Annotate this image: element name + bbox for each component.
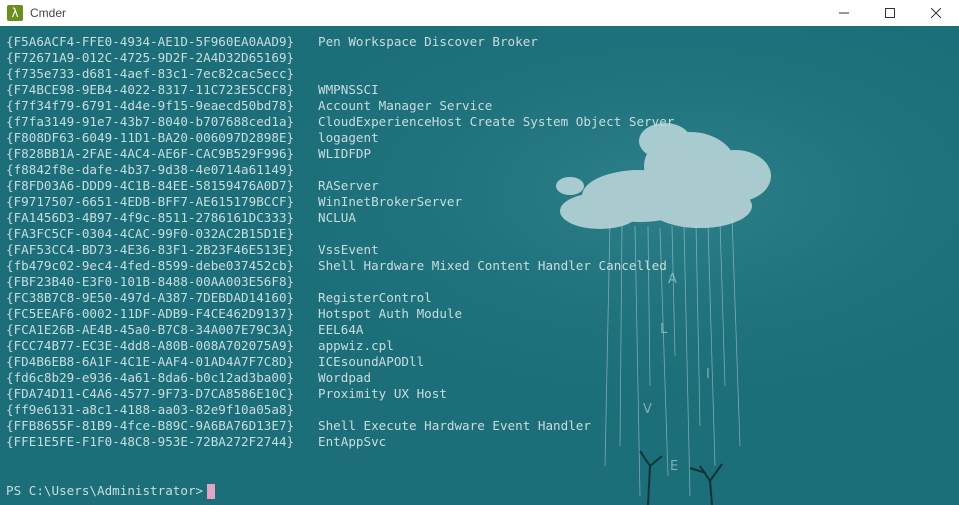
terminal-row: {F808DF63-6049-11D1-BA20-006097D2898E} lo… [6,130,674,146]
terminal-row: {F72671A9-012C-4725-9D2F-2A4D32D65169} [6,50,674,66]
terminal-row: {fd6c8b29-e936-4a61-8da6-b0c12ad3ba00} Wo… [6,370,674,386]
clsid-guid: {FC38B7C8-9E50-497d-A387-7DEBDAD14160} [6,290,295,305]
clsid-guid: {F808DF63-6049-11D1-BA20-006097D2898E} [6,130,295,145]
clsid-guid: {f7f34f79-6791-4d4e-9f15-9eaecd50bd78} [6,98,295,113]
clsid-guid: {f735e733-d681-4aef-83c1-7ec82cac5ecc} [6,66,295,81]
terminal-row: {f735e733-d681-4aef-83c1-7ec82cac5ecc} [6,66,674,82]
clsid-guid: {F9717507-6651-4EDB-BFF7-AE615179BCCF} [6,194,295,209]
clsid-guid: {FFB8655F-81B9-4fce-B89C-9A6BA76D13E7} [6,418,295,433]
terminal-row: {FAF53CC4-BD73-4E36-83F1-2B23F46E513E} Vs… [6,242,674,258]
terminal-row: {F74BCE98-9EB4-4022-8317-11C723E5CCF8} WM… [6,82,674,98]
terminal-row: {FFE1E5FE-F1F0-48C8-953E-72BA272F2744} En… [6,434,674,450]
window-title: Cmder [30,6,67,20]
prompt-text: PS C:\Users\Administrator> [6,483,204,498]
clsid-guid: {FA1456D3-4B97-4f9c-8511-2786161DC333} [6,210,295,225]
clsid-guid: {FC5EEAF6-0002-11DF-ADB9-F4CE462D9137} [6,306,295,321]
terminal-row: {FBF23B40-E3F0-101B-8488-00AA003E56F8} [6,274,674,290]
clsid-guid: {FDA74D11-C4A6-4577-9F73-D7CA8586E10C} [6,386,295,401]
clsid-guid: {F72671A9-012C-4725-9D2F-2A4D32D65169} [6,50,295,65]
clsid-guid: {FFE1E5FE-F1F0-48C8-953E-72BA272F2744} [6,434,295,449]
clsid-name: WinInetBrokerServer [318,194,463,209]
window-controls [821,0,959,26]
title-bar[interactable]: λ Cmder [0,0,959,26]
clsid-name: Pen Workspace Discover Broker [318,34,538,49]
clsid-name: appwiz.cpl [318,338,394,353]
clsid-guid: {FD4B6EB8-6A1F-4C1E-AAF4-01AD4A7F7C8D} [6,354,295,369]
clsid-name: logagent [318,130,379,145]
terminal-row: {FFB8655F-81B9-4fce-B89C-9A6BA76D13E7} Sh… [6,418,674,434]
clsid-name: Proximity UX Host [318,386,447,401]
close-icon[interactable] [913,0,959,26]
clsid-guid: {ff9e6131-a8c1-4188-aa03-82e9f10a05a8} [6,402,295,417]
clsid-guid: {F8FD03A6-DDD9-4C1B-84EE-58159476A0D7} [6,178,295,193]
clsid-name: Shell Hardware Mixed Content Handler Can… [318,258,667,273]
clsid-name: NCLUA [318,210,356,225]
svg-text:E: E [670,459,678,474]
lambda-icon: λ [7,5,23,21]
clsid-name: WLIDFDP [318,146,372,161]
terminal-row: {FD4B6EB8-6A1F-4C1E-AAF4-01AD4A7F7C8D} IC… [6,354,674,370]
terminal-area[interactable]: A L I V E {F5A6ACF4-FFE0-4934-AE1D-5F960… [0,26,959,505]
clsid-guid: {F74BCE98-9EB4-4022-8317-11C723E5CCF8} [6,82,295,97]
clsid-guid: {f7fa3149-91e7-43b7-8040-b707688ced1a} [6,114,295,129]
terminal-row: {f7f34f79-6791-4d4e-9f15-9eaecd50bd78} Ac… [6,98,674,114]
terminal-row: {fb479c02-9ec4-4fed-8599-debe037452cb} Sh… [6,258,674,274]
terminal-row: {F9717507-6651-4EDB-BFF7-AE615179BCCF} Wi… [6,194,674,210]
command-prompt[interactable]: PS C:\Users\Administrator> [6,483,216,499]
terminal-row: {FC38B7C8-9E50-497d-A387-7DEBDAD14160} Re… [6,290,674,306]
maximize-icon[interactable] [867,0,913,26]
clsid-name: Account Manager Service [318,98,493,113]
clsid-guid: {fd6c8b29-e936-4a61-8da6-b0c12ad3ba00} [6,370,295,385]
clsid-name: Shell Execute Hardware Event Handler [318,418,591,433]
clsid-name: CloudExperienceHost Create System Object… [318,114,675,129]
clsid-guid: {f8842f8e-dafe-4b37-9d38-4e0714a61149} [6,162,295,177]
terminal-row: {FCA1E26B-AE4B-45a0-B7C8-34A007E79C3A} EE… [6,322,674,338]
clsid-name: VssEvent [318,242,379,257]
terminal-row: {FDA74D11-C4A6-4577-9F73-D7CA8586E10C} Pr… [6,386,674,402]
terminal-row: {F5A6ACF4-FFE0-4934-AE1D-5F960EA0AAD9} Pe… [6,34,674,50]
terminal-row: {f7fa3149-91e7-43b7-8040-b707688ced1a} Cl… [6,114,674,130]
clsid-guid: {FCA1E26B-AE4B-45a0-B7C8-34A007E79C3A} [6,322,295,337]
svg-text:I: I [706,367,710,382]
terminal-row: {FC5EEAF6-0002-11DF-ADB9-F4CE462D9137} Ho… [6,306,674,322]
clsid-guid: {fb479c02-9ec4-4fed-8599-debe037452cb} [6,258,295,273]
clsid-name: Wordpad [318,370,372,385]
minimize-icon[interactable] [821,0,867,26]
cmder-window: λ Cmder A L I V E {F5A6ACF4-FFE0-4934-AE… [0,0,959,505]
clsid-guid: {FA3FC5CF-0304-4CAC-99F0-032AC2B15D1E} [6,226,295,241]
clsid-name: RegisterControl [318,290,432,305]
terminal-row: {f8842f8e-dafe-4b37-9d38-4e0714a61149} [6,162,674,178]
clsid-guid: {FAF53CC4-BD73-4E36-83F1-2B23F46E513E} [6,242,295,257]
clsid-guid: {FBF23B40-E3F0-101B-8488-00AA003E56F8} [6,274,295,289]
clsid-guid: {F5A6ACF4-FFE0-4934-AE1D-5F960EA0AAD9} [6,34,295,49]
terminal-row: {F8FD03A6-DDD9-4C1B-84EE-58159476A0D7} RA… [6,178,674,194]
terminal-row: {FA1456D3-4B97-4f9c-8511-2786161DC333} NC… [6,210,674,226]
text-cursor [207,483,216,499]
terminal-output: {F5A6ACF4-FFE0-4934-AE1D-5F960EA0AAD9} Pe… [6,34,674,450]
clsid-name: EntAppSvc [318,434,387,449]
terminal-row: {F828BB1A-2FAE-4AC4-AE6F-CAC9B529F996} WL… [6,146,674,162]
clsid-name: Hotspot Auth Module [318,306,463,321]
clsid-name: EEL64A [318,322,364,337]
terminal-row: {FA3FC5CF-0304-4CAC-99F0-032AC2B15D1E} [6,226,674,242]
terminal-row: {FCC74B77-EC3E-4dd8-A80B-008A702075A9} ap… [6,338,674,354]
clsid-name: ICEsoundAPODll [318,354,425,369]
clsid-name: WMPNSSCI [318,82,379,97]
clsid-name: RAServer [318,178,379,193]
terminal-row: {ff9e6131-a8c1-4188-aa03-82e9f10a05a8} [6,402,674,418]
clsid-guid: {F828BB1A-2FAE-4AC4-AE6F-CAC9B529F996} [6,146,295,161]
clsid-guid: {FCC74B77-EC3E-4dd8-A80B-008A702075A9} [6,338,295,353]
